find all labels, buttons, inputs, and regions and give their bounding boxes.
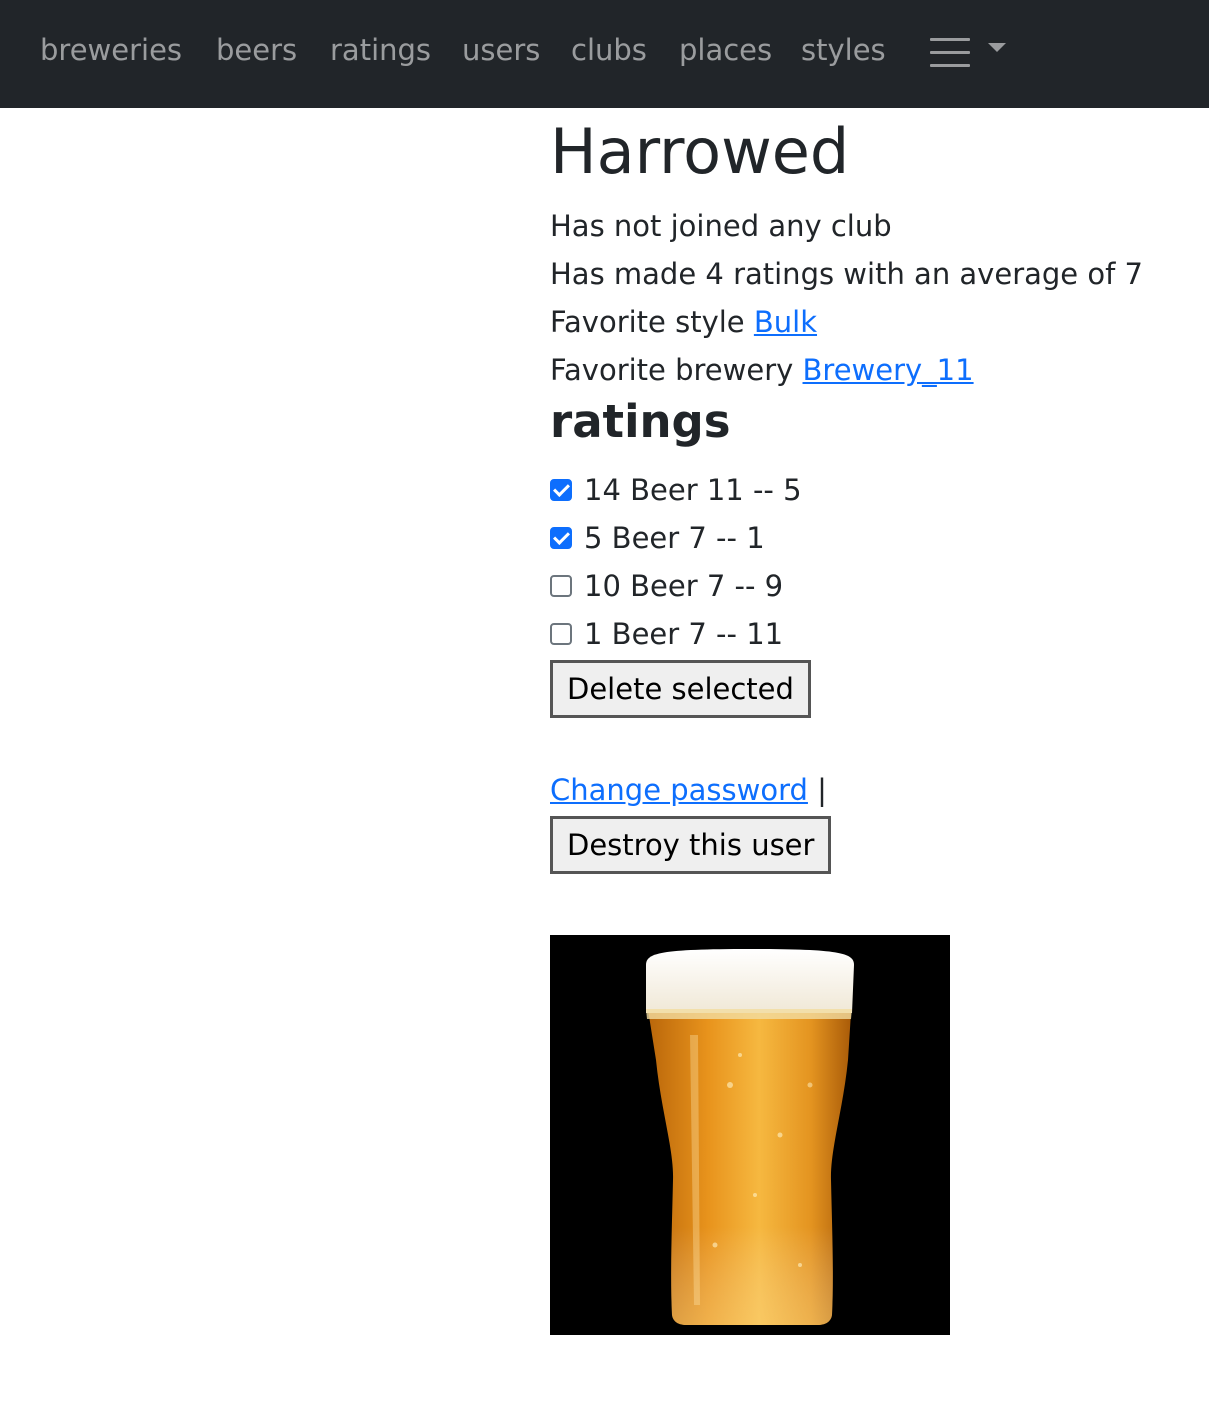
nav-link-ratings[interactable]: ratings bbox=[330, 30, 431, 70]
rating-text: 5 Beer 7 -- 1 bbox=[584, 521, 765, 555]
rating-item: 5 Beer 7 -- 1 bbox=[550, 518, 765, 558]
rating-item: 14 Beer 11 -- 5 bbox=[550, 470, 802, 510]
delete-selected-button[interactable]: Delete selected bbox=[550, 660, 811, 718]
favorite-style-label: Favorite style bbox=[550, 305, 745, 339]
rating-checkbox[interactable] bbox=[550, 527, 572, 549]
nav-link-clubs[interactable]: clubs bbox=[571, 30, 647, 70]
change-password-link[interactable]: Change password bbox=[550, 773, 808, 807]
rating-text: 10 Beer 7 -- 9 bbox=[584, 569, 784, 603]
user-actions: Change password | bbox=[550, 770, 827, 810]
nav-link-users[interactable]: users bbox=[462, 30, 540, 70]
hamburger-menu-icon[interactable] bbox=[930, 38, 970, 68]
destroy-user-button[interactable]: Destroy this user bbox=[550, 816, 832, 874]
separator: | bbox=[817, 773, 827, 807]
nav-link-beers[interactable]: beers bbox=[216, 30, 297, 70]
navbar: breweries beers ratings users clubs plac… bbox=[0, 0, 1209, 108]
favorite-brewery-label: Favorite brewery bbox=[550, 353, 794, 387]
favorite-style: Favorite style Bulk bbox=[550, 302, 817, 342]
favorite-brewery: Favorite brewery Brewery_11 bbox=[550, 350, 974, 390]
page-title: Harrowed bbox=[550, 115, 850, 188]
rating-item: 1 Beer 7 -- 11 bbox=[550, 614, 783, 654]
favorite-brewery-link[interactable]: Brewery_11 bbox=[803, 353, 974, 387]
rating-checkbox[interactable] bbox=[550, 575, 572, 597]
ratings-heading: ratings bbox=[550, 395, 731, 448]
rating-item: 10 Beer 7 -- 9 bbox=[550, 566, 783, 606]
caret-down-icon[interactable] bbox=[988, 43, 1006, 52]
rating-checkbox[interactable] bbox=[550, 479, 572, 501]
rating-checkbox[interactable] bbox=[550, 623, 572, 645]
club-status: Has not joined any club bbox=[550, 209, 892, 243]
ratings-summary: Has made 4 ratings with an average of 7 bbox=[550, 257, 1143, 291]
nav-link-places[interactable]: places bbox=[679, 30, 772, 70]
favorite-style-link[interactable]: Bulk bbox=[754, 305, 817, 339]
nav-link-styles[interactable]: styles bbox=[801, 30, 886, 70]
rating-text: 1 Beer 7 -- 11 bbox=[584, 617, 784, 651]
rating-text: 14 Beer 11 -- 5 bbox=[584, 473, 802, 507]
nav-link-breweries[interactable]: breweries bbox=[40, 30, 182, 70]
beer-glass-image bbox=[550, 935, 950, 1335]
